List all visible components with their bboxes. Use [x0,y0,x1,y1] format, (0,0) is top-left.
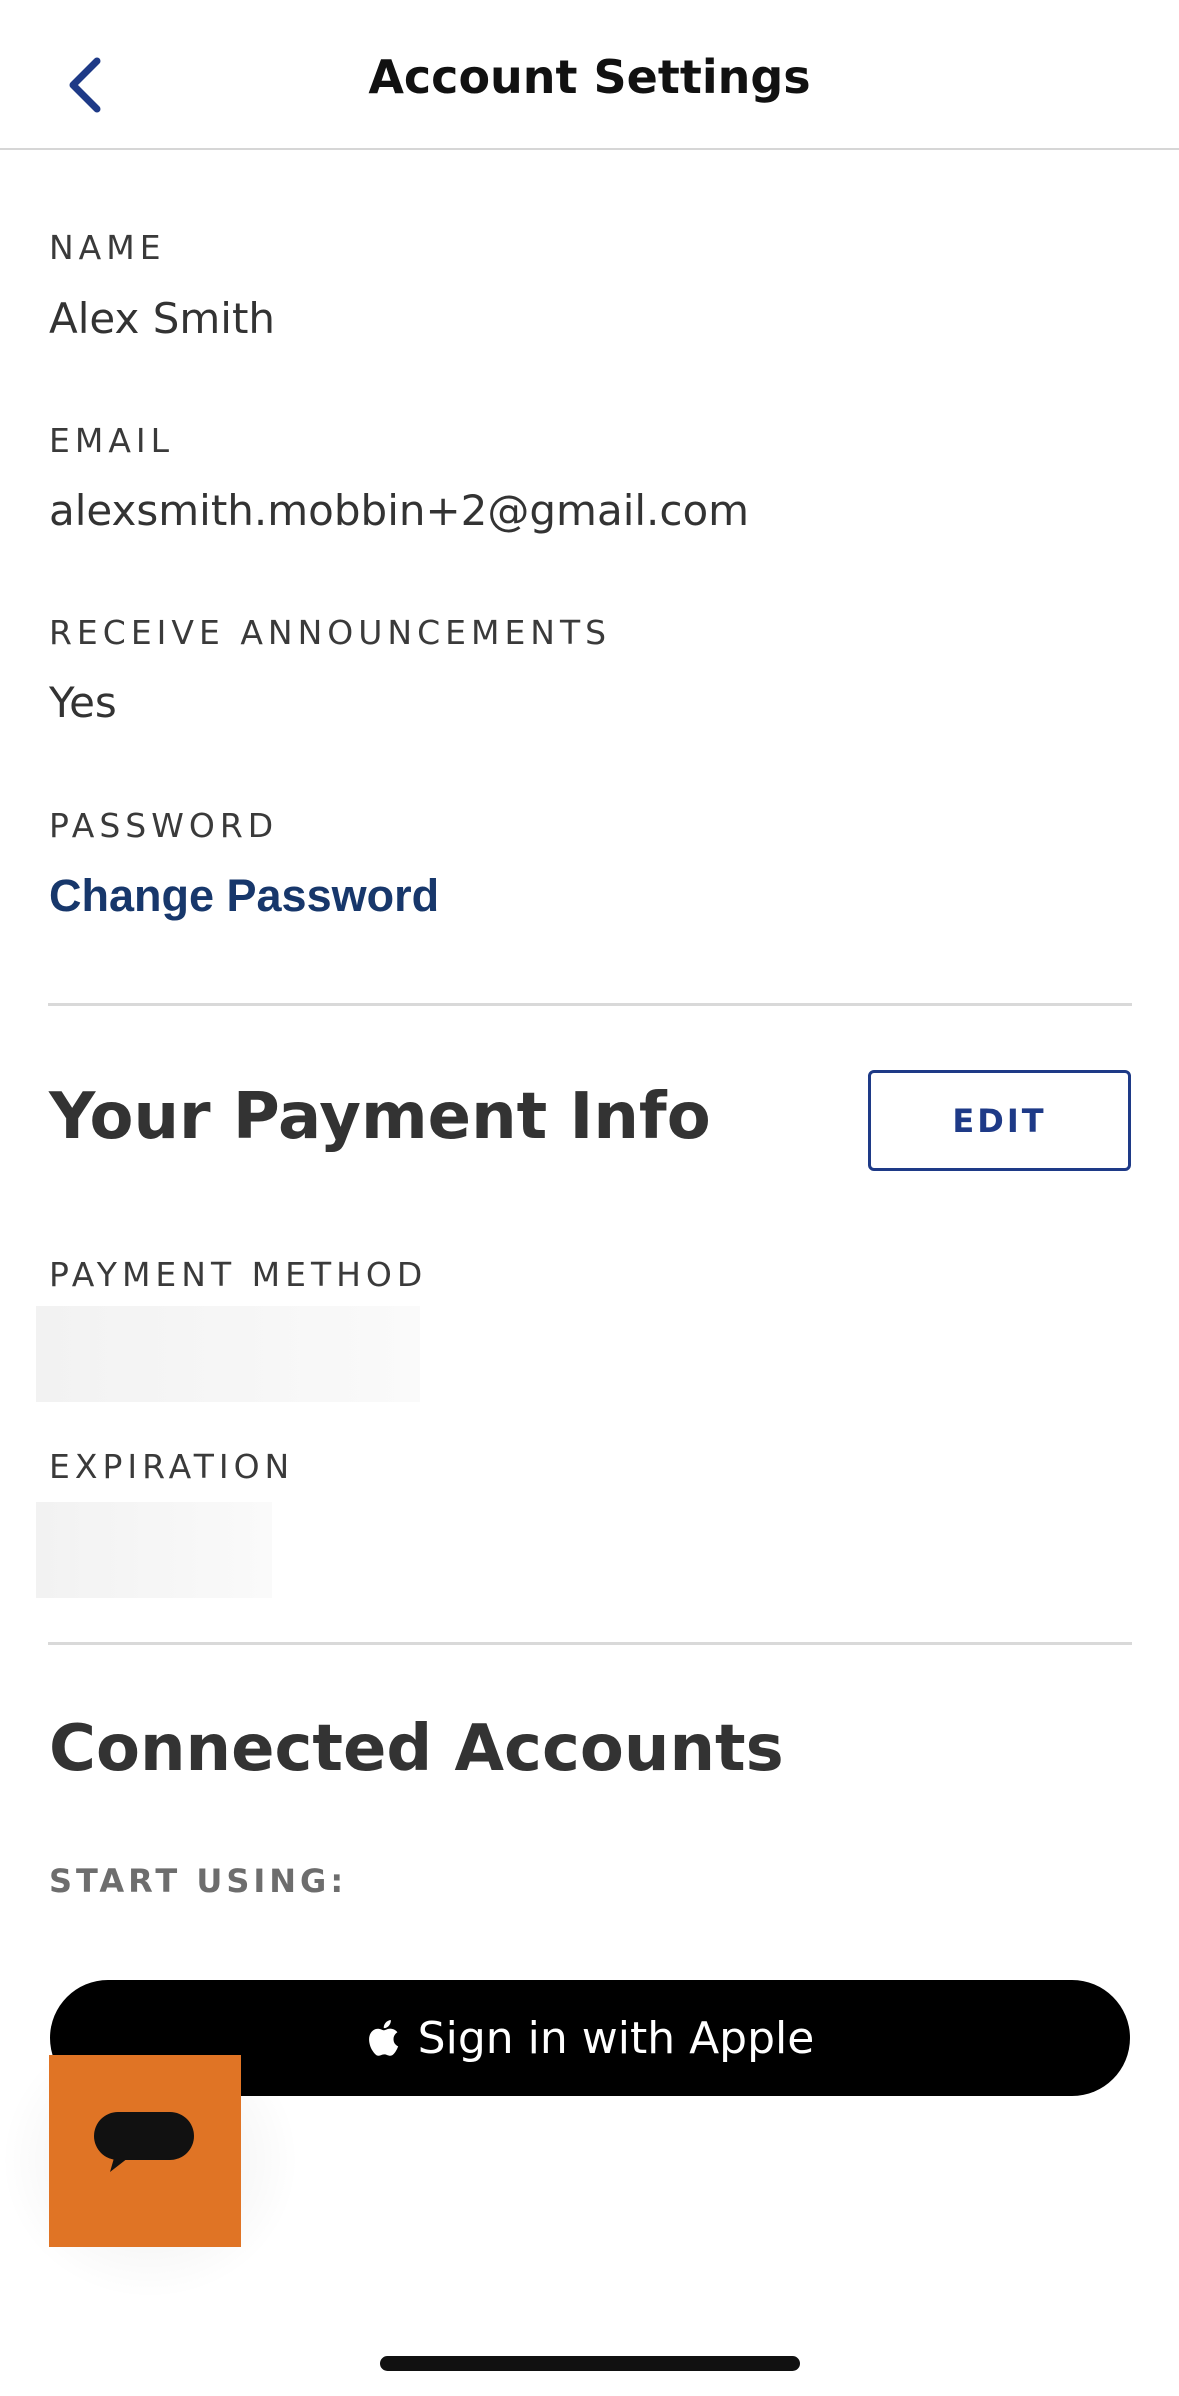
password-label: PASSWORD [49,806,279,845]
expiration-label: EXPIRATION [49,1447,295,1486]
section-divider [48,1642,1132,1645]
email-label: EMAIL [49,421,175,460]
announcements-label: RECEIVE ANNOUNCEMENTS [49,613,612,652]
change-password-link[interactable]: Change Password [49,870,439,922]
name-label: NAME [49,228,166,267]
page-title: Account Settings [368,50,811,104]
apple-button-label: Sign in with Apple [417,2012,815,2064]
section-divider [48,1003,1132,1006]
payment-method-label: PAYMENT METHOD [49,1255,428,1294]
payment-info-title: Your Payment Info [49,1080,711,1154]
start-using-label: START USING: [49,1862,348,1900]
edit-payment-button[interactable]: EDIT [868,1070,1131,1171]
announcements-value: Yes [49,678,117,727]
home-indicator [380,2356,800,2371]
name-value: Alex Smith [49,294,276,343]
expiration-value-redacted [36,1502,272,1598]
connected-accounts-title: Connected Accounts [49,1712,784,1786]
apple-logo-icon [368,2020,398,2056]
navigation-header: Account Settings [0,0,1179,150]
account-settings-screen: Account Settings NAME Alex Smith EMAIL a… [0,0,1179,2396]
chat-button[interactable] [49,2055,241,2247]
payment-method-value-redacted [36,1306,420,1402]
chat-bubble-icon [94,2112,194,2172]
email-value: alexsmith.mobbin+2@gmail.com [49,486,750,535]
